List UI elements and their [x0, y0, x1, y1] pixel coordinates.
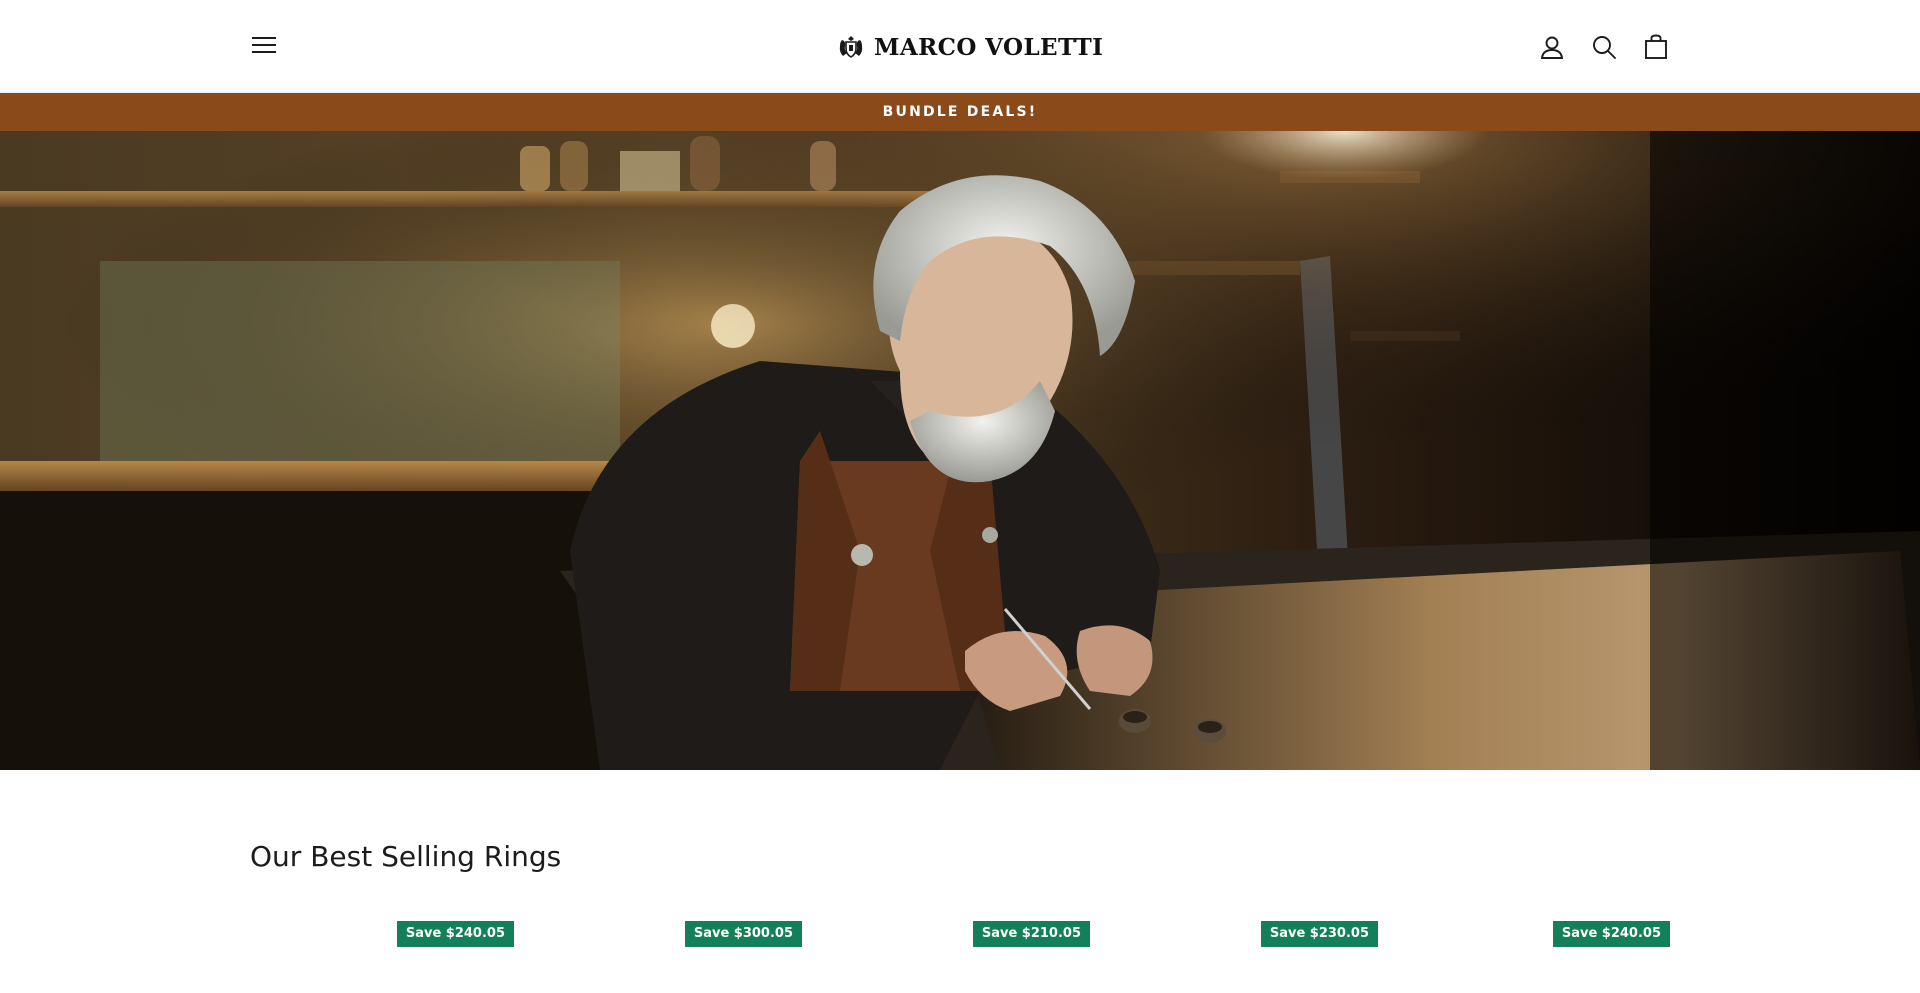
- announcement-bar: BUNDLE DEALS!: [0, 93, 1920, 131]
- save-badge: Save $230.05: [1260, 921, 1378, 947]
- search-icon[interactable]: [1590, 33, 1618, 61]
- product-card[interactable]: Save $230.05: [1114, 918, 1378, 993]
- hero-banner[interactable]: [0, 131, 1920, 770]
- save-badge: Save $240.05: [1552, 921, 1670, 947]
- save-badge: Save $210.05: [972, 921, 1090, 947]
- save-badge: Save $240.05: [396, 921, 514, 947]
- menu-icon[interactable]: [250, 33, 280, 57]
- brand-logo[interactable]: MARCO VOLETTI: [836, 30, 1103, 64]
- hero-image: [0, 131, 1920, 770]
- site-header: MARCO VOLETTI: [0, 0, 1920, 93]
- crest-icon: [839, 36, 863, 58]
- user-icon[interactable]: [1538, 33, 1566, 61]
- section-title: Our Best Selling Rings: [250, 840, 562, 873]
- product-card[interactable]: Save $240.05: [250, 918, 514, 993]
- save-badge: Save $300.05: [684, 921, 802, 947]
- product-card[interactable]: Save $210.05: [826, 918, 1090, 993]
- product-card[interactable]: Save $300.05: [538, 918, 802, 993]
- brand-name: MARCO VOLETTI: [874, 33, 1104, 61]
- announcement-link[interactable]: BUNDLE DEALS!: [883, 104, 1038, 120]
- product-card[interactable]: Save $240.05: [1406, 918, 1670, 993]
- shopping-bag-icon[interactable]: [1642, 33, 1670, 61]
- product-grid: Save $240.05 Save $300.05 Save $210.05 S…: [250, 918, 1670, 993]
